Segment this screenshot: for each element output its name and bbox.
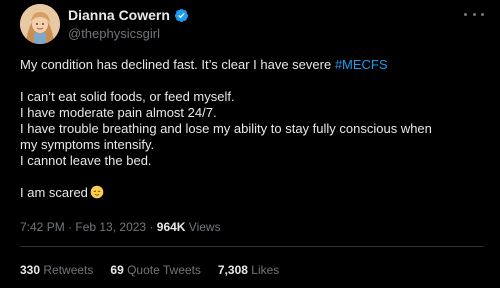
divider [20,246,484,247]
quote-tweets-label: Quote Tweets [123,263,201,277]
meta-separator: · [146,220,157,234]
more-options-icon[interactable] [464,8,484,20]
likes-label: Likes [247,263,280,277]
author-name-row: Dianna Cowern [68,7,189,23]
views-count: 964K [156,220,186,234]
retweets-label: Retweets [40,263,94,277]
author-handle[interactable]: @thephysicsgirl [68,26,160,41]
tweet-time[interactable]: 7:42 PM [20,220,65,234]
tweet-line-5: my symptoms intensify. [20,137,155,152]
tweet-line-1: My condition has declined fast. It’s cle… [20,57,485,73]
tweet-line-6: I cannot leave the bed. [20,153,152,168]
relieved-face-emoji-icon [90,185,104,199]
likes-count: 7,308 [217,263,248,277]
tweet-date[interactable]: Feb 13, 2023 [75,220,146,234]
quote-tweets-stat[interactable]: 69 Quote Tweets [110,263,201,277]
engagement-stats: 330 Retweets 69 Quote Tweets 7,308 Likes [20,263,279,277]
tweet-line-4: I have trouble breathing and lose my abi… [20,121,432,136]
tweet-line-7-text: I am scared [20,185,88,200]
hashtag-link[interactable]: #MECFS [335,57,388,72]
retweets-count: 330 [20,263,41,277]
retweets-stat[interactable]: 330 Retweets [20,263,93,277]
avatar[interactable] [20,4,60,44]
tweet-line-3: I have moderate pain almost 24/7. [20,105,217,120]
tweet-card: Dianna Cowern @thephysicsgirl My conditi… [0,0,500,288]
author-display-name[interactable]: Dianna Cowern [68,7,170,23]
tweet-text: My condition has declined fast. It’s cle… [20,57,485,201]
tweet-line-7: I am scared [20,185,485,201]
tweet-meta: 7:42 PM · Feb 13, 2023 · 964K Views [20,220,221,234]
tweet-line-2: I can’t eat solid foods, or feed myself. [20,89,235,104]
meta-separator: · [64,220,76,234]
views-label: Views [185,220,221,234]
quote-tweets-count: 69 [110,263,124,277]
verified-badge-icon [174,8,189,23]
tweet-line-1-text: My condition has declined fast. It’s cle… [20,57,335,72]
profile-photo-icon [20,4,60,44]
likes-stat[interactable]: 7,308 Likes [218,263,279,277]
